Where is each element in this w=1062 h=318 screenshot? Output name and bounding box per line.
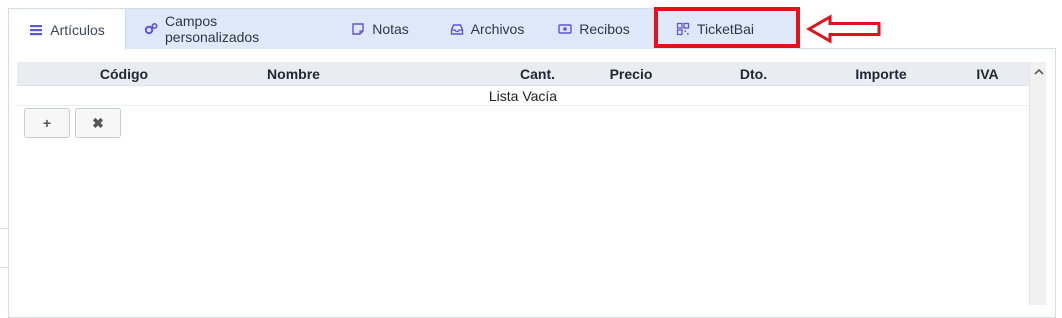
tab-label: Artículos bbox=[50, 21, 105, 38]
vertical-scrollbar[interactable] bbox=[1029, 62, 1046, 305]
grid-header: Código Nombre Cant. Precio Dto. Importe … bbox=[17, 62, 1029, 86]
scroll-up-icon[interactable] bbox=[1030, 64, 1047, 78]
gears-icon bbox=[144, 22, 158, 36]
add-row-button[interactable]: + bbox=[24, 108, 70, 138]
column-header-nombre[interactable]: Nombre bbox=[231, 66, 356, 82]
tab-notas[interactable]: Notas bbox=[331, 9, 429, 49]
inbox-icon bbox=[450, 22, 464, 36]
left-edge-divider bbox=[0, 228, 8, 268]
list-icon bbox=[29, 23, 43, 37]
column-header-codigo[interactable]: Código bbox=[17, 66, 231, 82]
empty-list-message: Lista Vacía bbox=[17, 86, 1029, 106]
column-header-importe[interactable]: Importe bbox=[816, 66, 946, 82]
column-header-cant[interactable]: Cant. bbox=[356, 66, 571, 82]
tab-archivos[interactable]: Archivos bbox=[429, 9, 545, 49]
tab-articulos[interactable]: Artículos bbox=[9, 9, 126, 50]
ticketbai-highlight-box bbox=[654, 7, 800, 48]
column-header-iva[interactable]: IVA bbox=[946, 66, 1029, 82]
tab-label: Recibos bbox=[579, 21, 630, 37]
sticky-note-icon bbox=[351, 22, 365, 36]
tab-campos-personalizados[interactable]: Campos personalizados bbox=[126, 9, 331, 49]
tab-label: Campos personalizados bbox=[165, 13, 260, 45]
tab-label: Notas bbox=[372, 21, 409, 37]
column-header-precio[interactable]: Precio bbox=[571, 66, 691, 82]
column-header-dto[interactable]: Dto. bbox=[691, 66, 816, 82]
money-bill-icon bbox=[558, 22, 572, 36]
left-arrow-icon bbox=[806, 14, 881, 44]
delete-row-button[interactable]: ✖ bbox=[75, 108, 121, 138]
tab-recibos[interactable]: Recibos bbox=[545, 9, 643, 49]
tab-label: Archivos bbox=[470, 21, 525, 37]
articles-grid: Código Nombre Cant. Precio Dto. Importe … bbox=[17, 62, 1029, 106]
